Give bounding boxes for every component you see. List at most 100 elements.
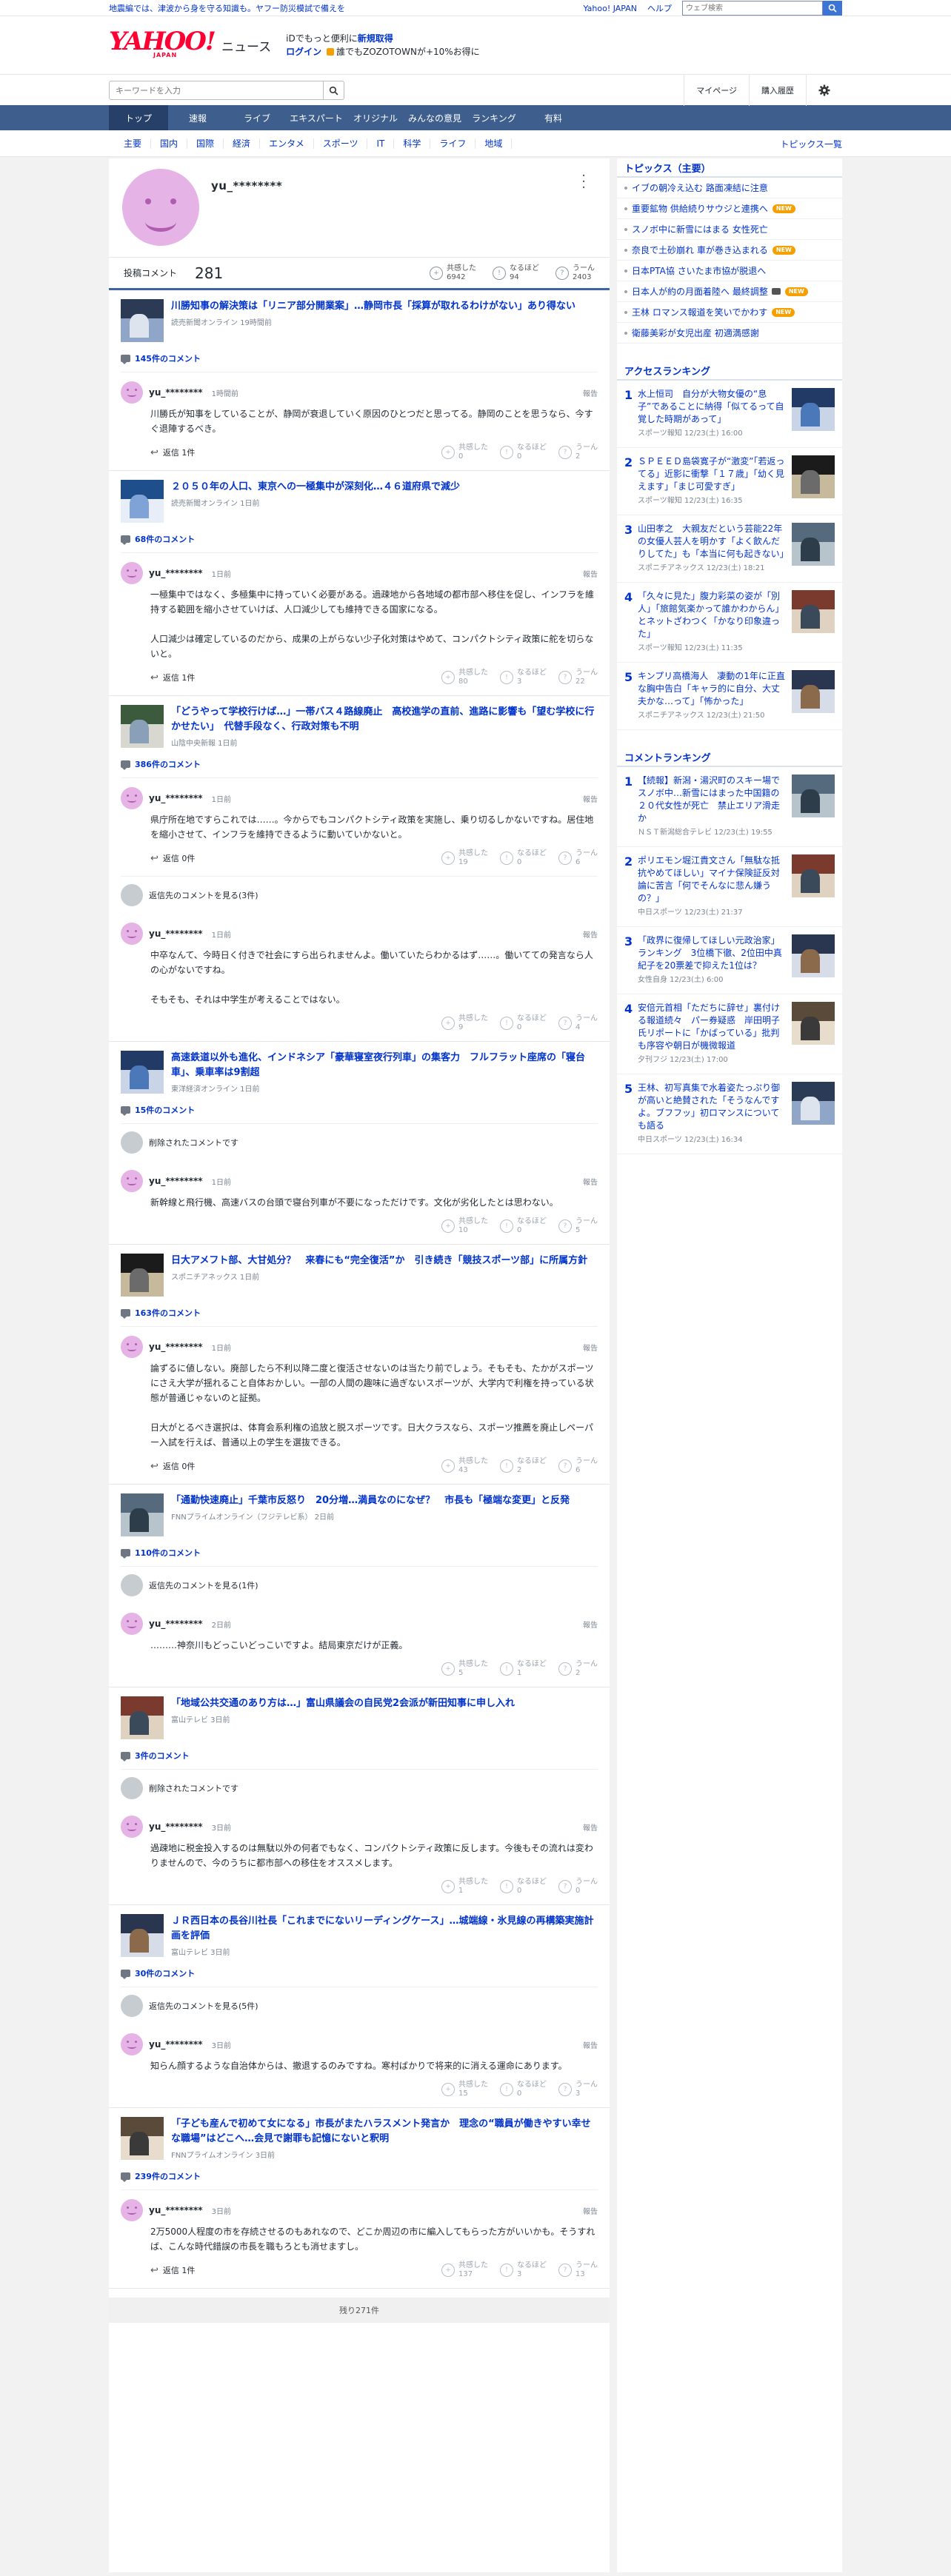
article-title-link[interactable]: 「通勤快速廃止」千葉市反怒り 20分増…満員なのになぜ？ 市長も「極端な変更」と… [171, 1495, 570, 1506]
empathy-vote-button[interactable]: + 共感した 1 [441, 1878, 488, 1896]
report-link[interactable]: 報告 [583, 2205, 598, 2216]
article-comment-count-link[interactable]: 68件のコメント [121, 533, 598, 553]
hmm-vote-button[interactable]: ? うーん 13 [558, 2261, 598, 2279]
article-thumbnail[interactable] [792, 854, 835, 897]
article-thumbnail[interactable] [792, 590, 835, 633]
ranking-item[interactable]: 4 「久々に見た」腹力彩菜の姿が「別人」「旅館気楽かって誰かわからん」とネットざわ… [617, 583, 842, 663]
article-title-link[interactable]: 川勝知事の解決策は「リニア部分開業案」…静岡市長「採算が取れるわけがない」あり得… [171, 301, 575, 312]
topics-title[interactable]: トピックス（主要） [617, 158, 842, 178]
comment-username[interactable]: yu_******** [149, 2039, 203, 2050]
hmm-vote-button[interactable]: ? うーん 3 [558, 2081, 598, 2098]
nav-tab[interactable]: 速報 [168, 105, 227, 130]
hmm-vote-button[interactable]: ? うーん 0 [558, 1878, 598, 1896]
topic-item[interactable]: 日本人が約の月面着陸へ 最終調整 NEW [617, 281, 842, 302]
comment-username[interactable]: yu_******** [149, 1821, 203, 1832]
subnav-item[interactable]: 国内 [151, 138, 188, 149]
reply-button[interactable]: ↩ 返信 0件 [150, 852, 195, 864]
subnav-item[interactable]: 国際 [187, 138, 224, 149]
topics-list-link[interactable]: トピックス一覧 [780, 138, 842, 150]
insight-vote-button[interactable]: ! なるほど 0 [500, 2081, 547, 2098]
signup-link[interactable]: 新規取得 [358, 33, 393, 44]
topic-item[interactable]: スノボ中に新雪にはまる 女性死亡 [617, 219, 842, 240]
article-comment-count-link[interactable]: 3件のコメント [121, 1750, 598, 1770]
promo-link[interactable]: 地震編では、津波から身を守る知識も。ヤフー防災模試で備えを [109, 2, 345, 14]
ranking-item[interactable]: 3 「政界に復帰してほしい元政治家」ランキング 3位橋下徹、2位田中真紀子を20票… [617, 927, 842, 994]
site-name[interactable]: ニュース [221, 36, 271, 55]
ranking-item[interactable]: 5 キンプリ高橋海人 凄動の1年に正直な胸中告白「キャラ的に自分、大丈夫かな…って… [617, 663, 842, 730]
hmm-vote-button[interactable]: ? うーん 4 [558, 1014, 598, 1032]
topic-item[interactable]: 王林 ロマンス報道を笑いでかわす NEW [617, 302, 842, 323]
access-ranking-title[interactable]: アクセスランキング [617, 361, 842, 381]
subnav-item[interactable]: 地域 [476, 138, 513, 149]
insight-vote-button[interactable]: ! なるほど 0 [500, 1217, 547, 1235]
help-link[interactable]: ヘルプ [647, 2, 672, 14]
subnav-item[interactable]: 科学 [394, 138, 431, 149]
subnav-item[interactable]: スポーツ [314, 138, 368, 149]
article-comment-count-link[interactable]: 239件のコメント [121, 2170, 598, 2190]
article-comment-count-link[interactable]: 386件のコメント [121, 758, 598, 778]
insight-vote-button[interactable]: ! なるほど 1 [500, 1660, 547, 1678]
article-title-link[interactable]: ＪＲ西日本の長谷川社長「これまでにないリーディングケース」…城端線・氷見線の再構… [171, 1916, 593, 1941]
article-comment-count-link[interactable]: 145件のコメント [121, 352, 598, 372]
empathy-vote-button[interactable]: + 共感した 0 [441, 444, 488, 461]
reply-button[interactable]: ↩ 返信 1件 [150, 672, 195, 683]
yahoo-japan-link[interactable]: Yahoo! JAPAN [583, 4, 637, 13]
article-thumbnail[interactable] [121, 480, 164, 523]
reply-thread-row[interactable]: 返信先のコメントを見る(1件) [121, 1567, 598, 1604]
topic-item[interactable]: 日本PTA協 さいたま市協が脱退へ [617, 261, 842, 281]
reply-thread-row[interactable]: 削除されたコメントです [121, 1124, 598, 1161]
subnav-item[interactable]: 経済 [224, 138, 261, 149]
zozo-text[interactable]: 誰でもZOZOTOWNが+10%お得に [336, 47, 480, 57]
comment-username[interactable]: yu_******** [149, 793, 203, 803]
article-title-link[interactable]: 「子ども産んで初めて女になる」市長がまたハラスメント発言か 理念の“職員が働きや… [171, 2118, 591, 2144]
hmm-vote-button[interactable]: ? うーん 22 [558, 669, 598, 686]
reply-button[interactable]: ↩ 返信 0件 [150, 1460, 195, 1472]
empathy-vote-button[interactable]: + 共感した 10 [441, 1217, 488, 1235]
insight-vote-button[interactable]: ! なるほど 0 [500, 444, 547, 461]
yahoo-logo[interactable]: YAHOO! JAPAN [109, 29, 218, 61]
insight-vote-button[interactable]: ! なるほど 3 [500, 669, 547, 686]
empathy-vote-button[interactable]: + 共感した 19 [441, 849, 488, 867]
article-thumbnail[interactable] [792, 775, 835, 817]
subnav-item[interactable]: エンタメ [260, 138, 314, 149]
ranking-item[interactable]: 3 山田孝之 大親友だという芸能22年の女優人芸人を明かす「よく飲んだりしてた」も… [617, 515, 842, 583]
comment-username[interactable]: yu_******** [149, 568, 203, 578]
nav-tab[interactable]: エキスパート [287, 105, 346, 130]
report-link[interactable]: 報告 [583, 1619, 598, 1630]
comment-username[interactable]: yu_******** [149, 1342, 203, 1352]
mypage-link[interactable]: マイページ [684, 75, 749, 106]
article-thumbnail[interactable] [792, 670, 835, 713]
report-link[interactable]: 報告 [583, 1821, 598, 1833]
comment-username[interactable]: yu_******** [149, 1619, 203, 1629]
purchase-history-link[interactable]: 購入履歴 [749, 75, 806, 106]
article-comment-count-link[interactable]: 163件のコメント [121, 1307, 598, 1327]
nav-tab[interactable]: ライブ [227, 105, 287, 130]
article-title-link[interactable]: ２０５０年の人口、東京への一極集中が深刻化…４６道府県で減少 [171, 481, 460, 492]
report-link[interactable]: 報告 [583, 387, 598, 398]
topic-item[interactable]: 奈良で土砂崩れ 車が巻き込まれる NEW [617, 240, 842, 261]
nav-tab[interactable]: 有料 [524, 105, 583, 130]
report-link[interactable]: 報告 [583, 568, 598, 579]
subnav-item[interactable]: 主要 [109, 138, 152, 149]
keyword-search-button[interactable] [324, 81, 344, 100]
hmm-vote-button[interactable]: ? うーん 2 [558, 1660, 598, 1678]
subnav-item[interactable]: IT [367, 138, 395, 149]
article-thumbnail[interactable] [792, 1002, 835, 1045]
settings-button[interactable] [806, 75, 842, 106]
hmm-vote-button[interactable]: ? うーん 6 [558, 849, 598, 867]
insight-vote-button[interactable]: ! なるほど 0 [500, 1014, 547, 1032]
reply-thread-row[interactable]: 返信先のコメントを見る(5件) [121, 1987, 598, 2024]
insight-vote-button[interactable]: ! なるほど 0 [500, 1878, 547, 1896]
web-search-input[interactable] [682, 1, 823, 16]
report-link[interactable]: 報告 [583, 929, 598, 940]
nav-tab[interactable]: オリジナル [346, 105, 405, 130]
insight-vote-button[interactable]: ! なるほど 2 [500, 1457, 547, 1475]
article-thumbnail[interactable] [121, 1696, 164, 1739]
topic-item[interactable]: イブの朝冷え込む 路面凍結に注意 [617, 178, 842, 198]
article-thumbnail[interactable] [121, 1254, 164, 1297]
article-thumbnail[interactable] [121, 1493, 164, 1536]
ranking-item[interactable]: 2 ポリエモン堀江貴文さん「無駄な抵抗やめてほしい」マイナ保険証反対論に苦言「何で… [617, 847, 842, 927]
article-thumbnail[interactable] [121, 1914, 164, 1957]
article-title-link[interactable]: 「どうやって学校行けば…」一帯バス４路線廃止 高校進学の直前、進路に影響も「望む… [171, 706, 594, 732]
reply-button[interactable]: ↩ 返信 1件 [150, 446, 195, 458]
